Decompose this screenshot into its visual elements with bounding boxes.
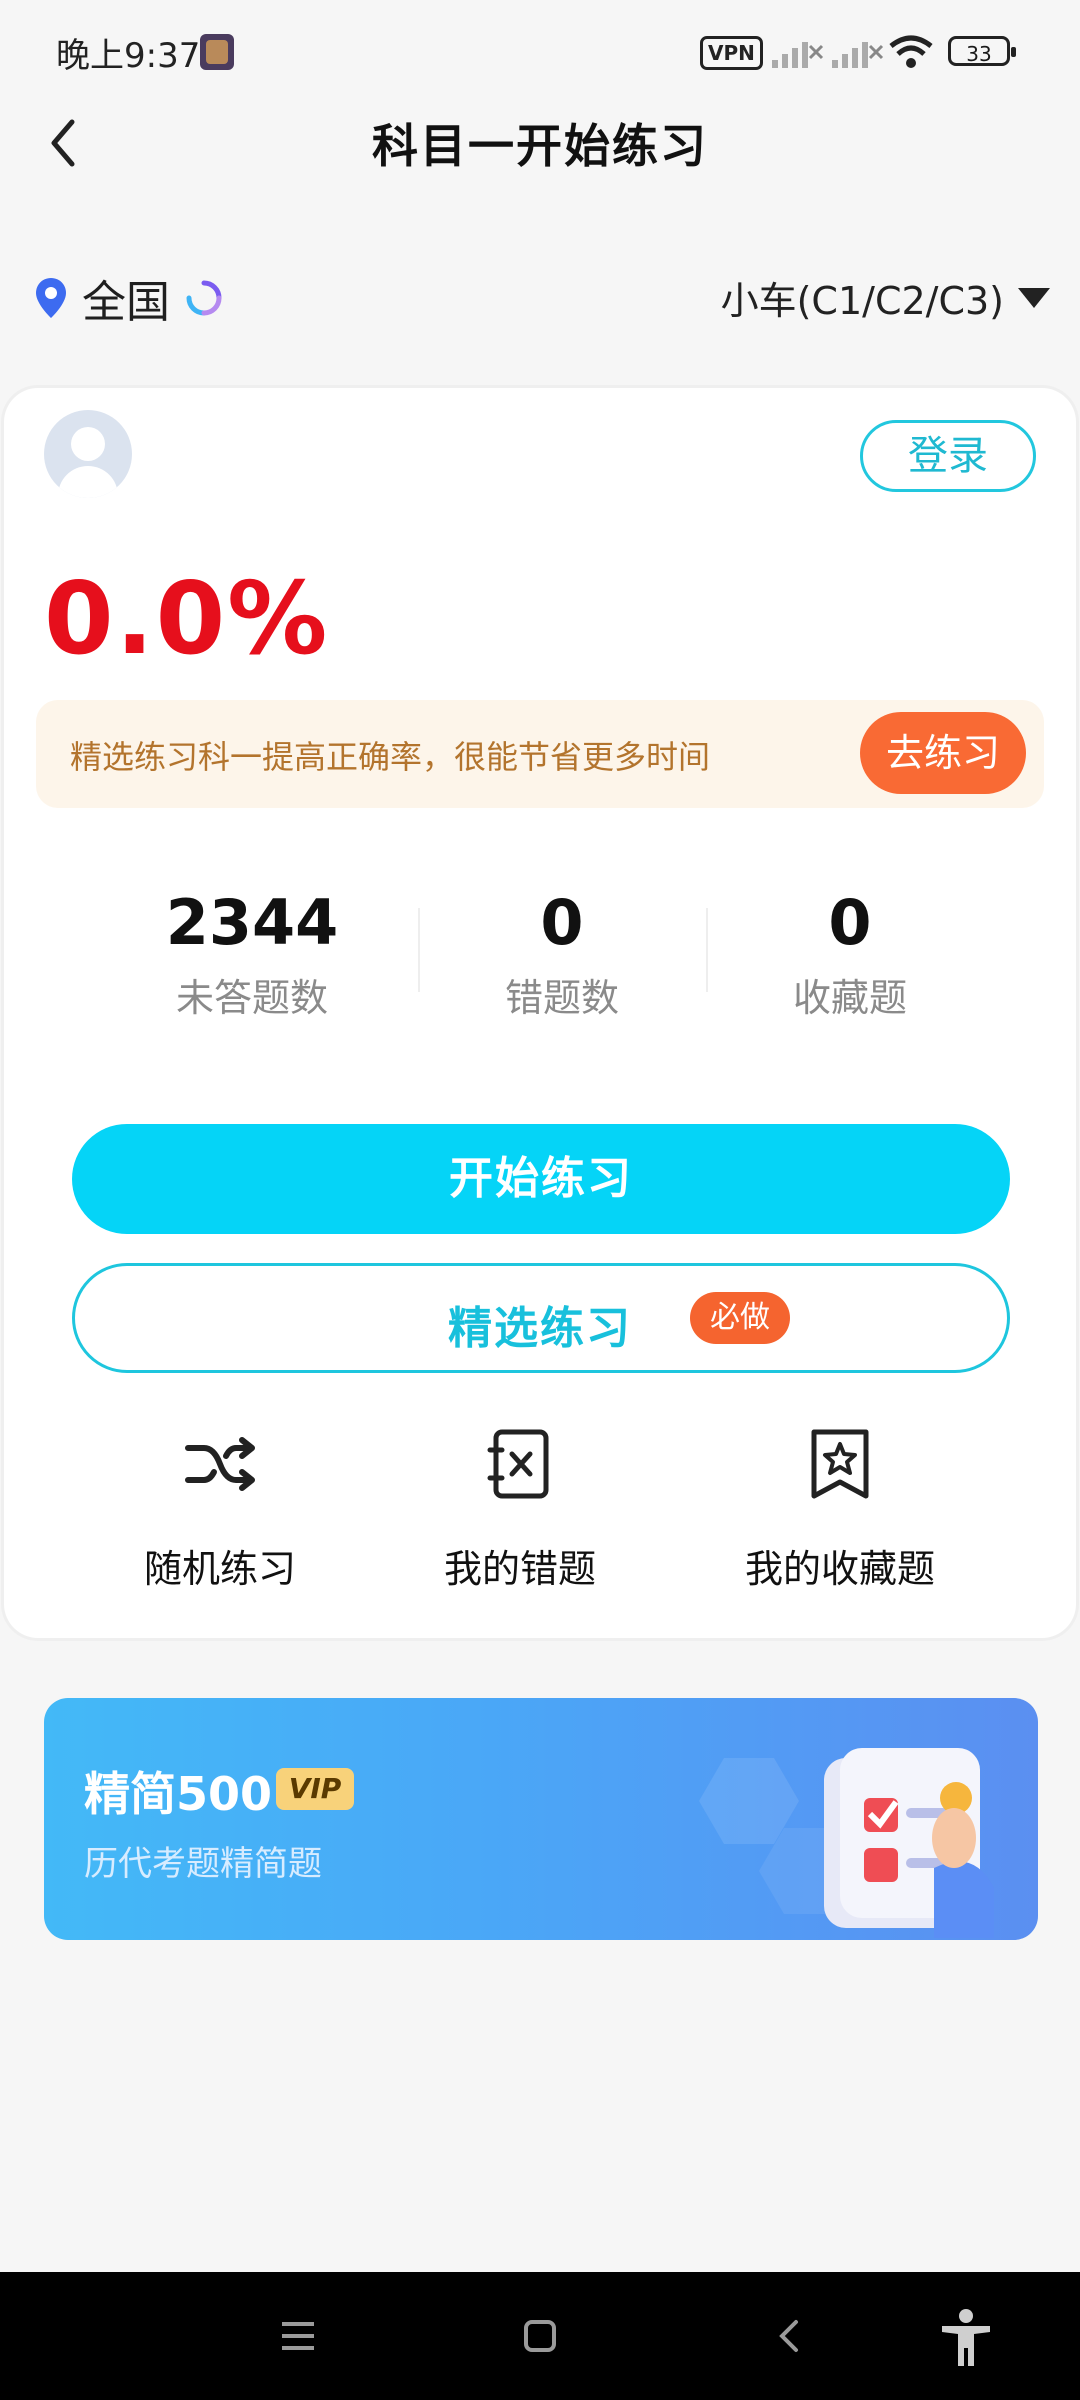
quick-link-label: 我的收藏题 bbox=[744, 1547, 935, 1591]
promo-text: 精选练习科一提高正确率，很能节省更多时间 bbox=[70, 738, 711, 776]
back-nav-icon[interactable] bbox=[770, 2316, 810, 2356]
system-nav-bar bbox=[0, 2272, 1080, 2400]
car-type-selector[interactable]: 小车(C1/C2/C3) bbox=[721, 270, 1050, 325]
menu-icon[interactable] bbox=[278, 2316, 318, 2356]
must-do-badge: 必做 bbox=[690, 1292, 790, 1344]
banner-subtitle: 历代考题精简题 bbox=[84, 1844, 322, 1884]
car-type-label: 小车(C1/C2/C3) bbox=[720, 279, 1004, 323]
my-favorites-link[interactable]: 我的收藏题 bbox=[720, 1424, 960, 1593]
go-practice-button[interactable]: 去练习 bbox=[860, 712, 1026, 794]
location-pin-icon bbox=[36, 278, 66, 318]
accuracy-rate: 0.0% bbox=[44, 560, 330, 677]
stat-divider bbox=[418, 908, 420, 992]
login-button[interactable]: 登录 bbox=[860, 420, 1036, 492]
vpn-icon: VPN bbox=[700, 36, 763, 70]
selected-practice-label: 精选练习 bbox=[448, 1303, 632, 1354]
region-selector[interactable]: 全国 bbox=[34, 266, 224, 330]
signal-icon bbox=[772, 42, 824, 68]
dropdown-triangle-icon bbox=[1018, 287, 1050, 308]
wifi-icon bbox=[889, 35, 933, 68]
banner-title: 精简500 bbox=[84, 1767, 273, 1821]
status-time: 晚上9:37 bbox=[56, 36, 201, 76]
wrong-book-icon bbox=[487, 1429, 549, 1499]
stat-label: 未答题数 bbox=[175, 976, 328, 1020]
stat-label: 收藏题 bbox=[792, 976, 907, 1020]
stat-wrong[interactable]: 0 错题数 bbox=[442, 885, 682, 1022]
vip-badge: VIP bbox=[276, 1768, 354, 1810]
home-icon[interactable] bbox=[520, 2316, 560, 2356]
page-title: 科目一开始练习 bbox=[372, 119, 708, 173]
shuffle-icon bbox=[185, 1437, 255, 1491]
notification-app-icon bbox=[200, 34, 234, 70]
stat-unanswered[interactable]: 2344 未答题数 bbox=[132, 885, 372, 1022]
stat-value: 2344 bbox=[165, 886, 339, 959]
bookmark-star-icon bbox=[811, 1429, 869, 1499]
quick-link-label: 我的错题 bbox=[443, 1547, 596, 1591]
stat-value: 0 bbox=[540, 886, 584, 959]
stat-divider bbox=[706, 908, 708, 992]
quick-link-label: 随机练习 bbox=[143, 1547, 296, 1591]
region-label: 全国 bbox=[82, 277, 170, 328]
accessibility-icon[interactable] bbox=[938, 2308, 994, 2368]
my-wrong-questions-link[interactable]: 我的错题 bbox=[400, 1424, 640, 1593]
stat-favorites[interactable]: 0 收藏题 bbox=[730, 885, 970, 1022]
refresh-icon[interactable] bbox=[184, 278, 224, 318]
signal-icon-2 bbox=[832, 42, 884, 68]
stat-label: 错题数 bbox=[504, 976, 619, 1020]
random-practice-link[interactable]: 随机练习 bbox=[100, 1424, 340, 1593]
user-avatar[interactable] bbox=[44, 410, 132, 498]
battery-icon: 33 bbox=[948, 36, 1016, 66]
stat-value: 0 bbox=[828, 886, 872, 959]
checklist-illustration-icon bbox=[824, 1748, 994, 1938]
start-practice-button[interactable]: 开始练习 bbox=[72, 1124, 1010, 1234]
